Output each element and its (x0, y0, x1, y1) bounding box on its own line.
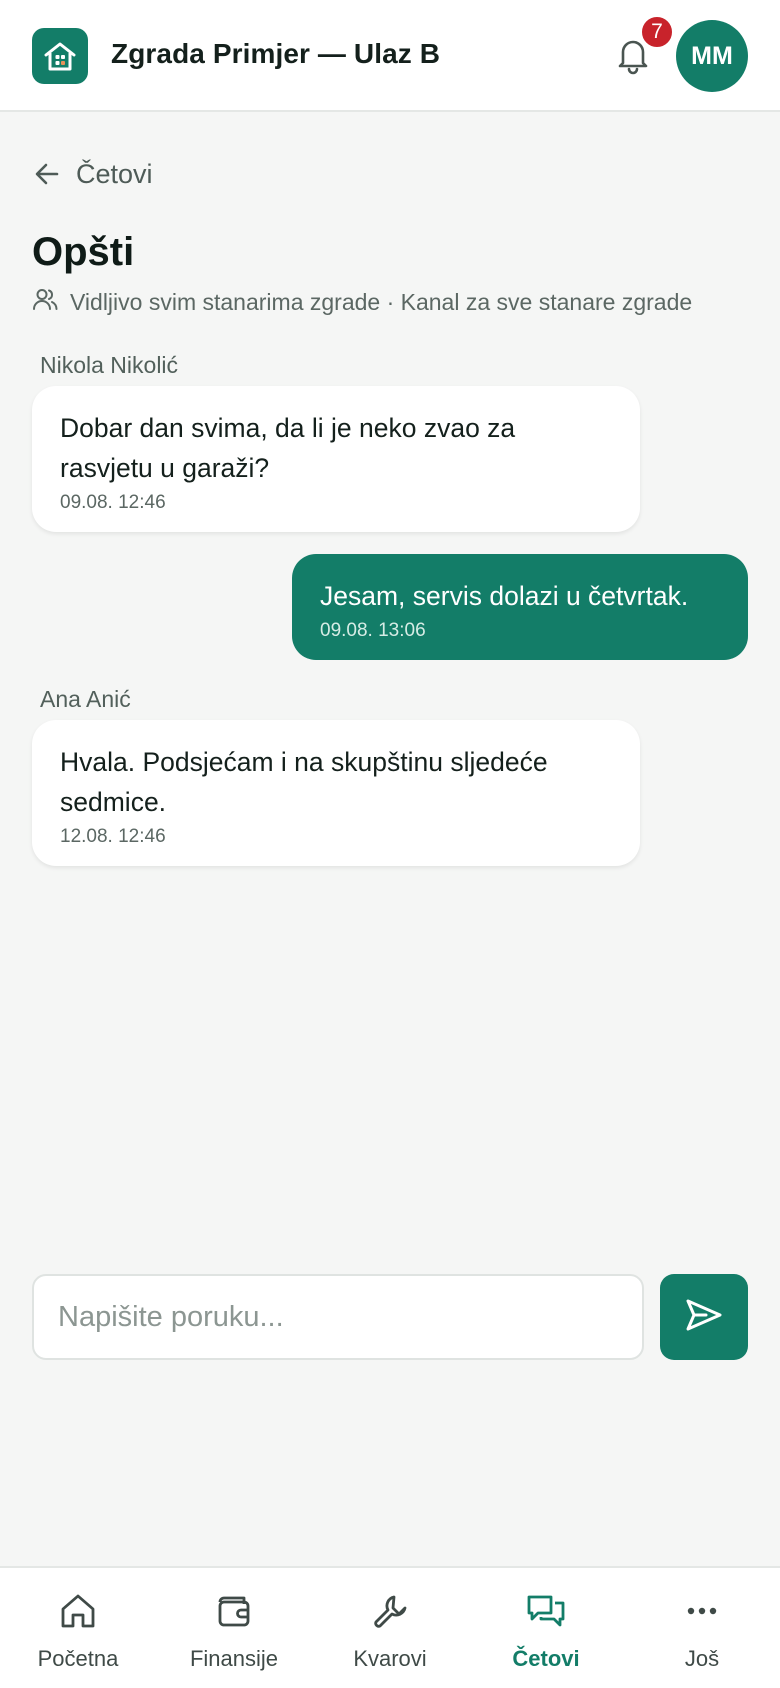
message-sender: Ana Anić (40, 686, 131, 712)
message-text: Hvala. Podsjećam i na skupštinu sljedeće… (60, 747, 548, 817)
message-text: Jesam, servis dolazi u četvrtak. (320, 581, 689, 611)
bottom-nav: Početna Finansije Kvarovi Četovi Još (0, 1566, 780, 1688)
nav-item-kvarovi[interactable]: Kvarovi (315, 1588, 465, 1684)
page-title: Opšti (32, 230, 135, 274)
nav-label: Četovi (512, 1646, 580, 1671)
back-link-label: Četovi (76, 158, 153, 189)
message-input[interactable] (32, 1274, 644, 1360)
send-icon (684, 1297, 724, 1338)
message-sender: Nikola Nikolić (40, 352, 179, 378)
wrench-icon (370, 1588, 410, 1634)
wallet-icon (214, 1588, 254, 1634)
message-bubble[interactable]: Dobar dan svima, da li je neko zvao za r… (32, 386, 640, 532)
building-icon[interactable] (32, 28, 88, 84)
nav-item-cetovi[interactable]: Četovi (471, 1588, 621, 1684)
nav-item-pocetna[interactable]: Početna (3, 1588, 153, 1684)
app-title: Zgrada Primjer — Ulaz B (111, 38, 441, 69)
top-bar: Zgrada Primjer — Ulaz B 7 MM (0, 0, 780, 112)
nav-label: Još (684, 1646, 720, 1671)
notification-badge: 7 (640, 15, 674, 49)
nav-item-finansije[interactable]: Finansije (159, 1588, 309, 1684)
message-bubble-outgoing[interactable]: Jesam, servis dolazi u četvrtak. 09.08. … (292, 554, 748, 660)
arrow-left-icon (34, 161, 60, 187)
channel-subtitle-text: Vidljivo svim stanarima zgrade · Kanal z… (70, 288, 693, 315)
nav-label: Početna (37, 1646, 119, 1671)
nav-item-jos[interactable]: Još (627, 1588, 777, 1684)
back-link[interactable]: Četovi (34, 156, 153, 192)
users-icon (32, 286, 58, 318)
channel-subtitle: Vidljivo svim stanarima zgrade · Kanal z… (32, 286, 692, 318)
send-button[interactable] (660, 1274, 748, 1360)
chat-icon (525, 1588, 567, 1634)
message-time: 12.08. 12:46 (60, 826, 166, 847)
home-icon (58, 1588, 98, 1634)
message-bubble[interactable]: Hvala. Podsjećam i na skupštinu sljedeće… (32, 720, 640, 866)
message-text: Dobar dan svima, da li je neko zvao za r… (60, 413, 516, 483)
app-root: Zgrada Primjer — Ulaz B 7 MM Četovi Opšt… (0, 0, 780, 1688)
message-time: 09.08. 13:06 (320, 620, 426, 641)
more-icon (682, 1588, 722, 1634)
message-time: 09.08. 12:46 (60, 492, 166, 513)
avatar[interactable]: MM (676, 20, 748, 92)
nav-label: Kvarovi (353, 1646, 427, 1671)
nav-label: Finansije (189, 1646, 279, 1671)
